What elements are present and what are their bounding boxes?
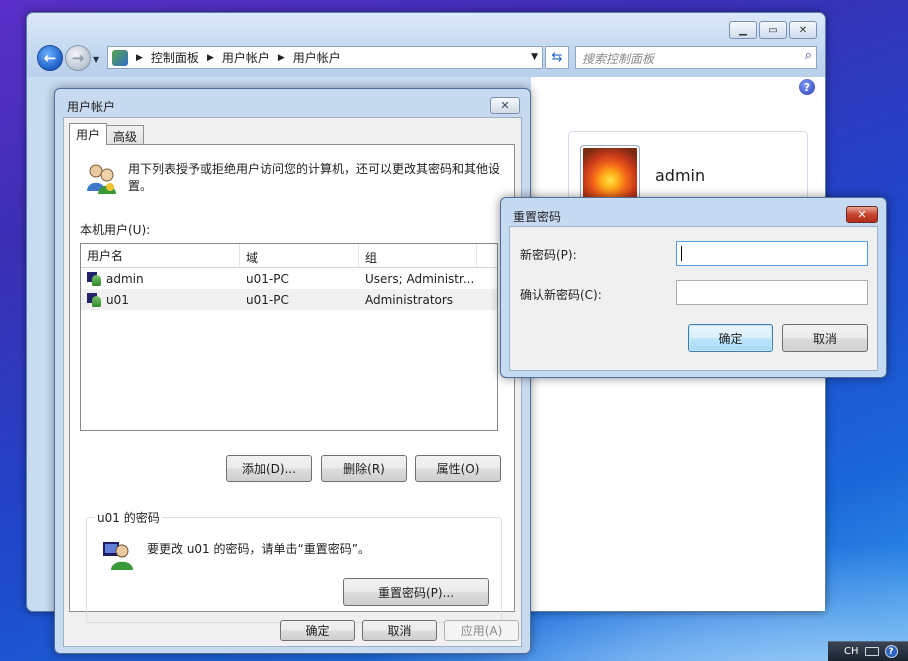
address-dropdown-icon[interactable]: ▼ [531, 52, 538, 62]
reset-password-dialog: 重置密码 ✕ 新密码(P): 确认新密码(C): 确定 取消 [500, 197, 887, 378]
control-panel-icon [112, 49, 128, 66]
users-list[interactable]: 用户名 域 组 admin u01-PC Users; Administr... [80, 243, 498, 431]
new-password-field[interactable] [676, 241, 868, 266]
table-row[interactable]: admin u01-PC Users; Administr... [81, 268, 497, 289]
group-cell: Users; Administr... [365, 271, 475, 286]
dialog-title: 用户帐户 [67, 100, 116, 114]
back-button[interactable]: ← [37, 45, 63, 71]
cancel-button[interactable]: 取消 [362, 620, 437, 641]
user-icon [87, 271, 102, 286]
table-row[interactable]: u01 u01-PC Administrators [81, 289, 497, 310]
system-tray: CH ? [828, 641, 908, 661]
search-input[interactable]: 搜索控制面板 ⌕ [575, 46, 817, 69]
confirm-password-field[interactable] [676, 280, 868, 305]
avatar [580, 145, 640, 205]
list-header: 用户名 域 组 [81, 244, 497, 268]
group-cell: Administrators [365, 292, 454, 307]
username: u01 [106, 292, 129, 307]
username-cell: admin [81, 271, 240, 286]
tab-users[interactable]: 用户 [69, 123, 108, 145]
intro-text: 用下列表授予或拒绝用户访问您的计算机，还可以更改其密码和其他设置。 [128, 162, 501, 193]
maximize-button[interactable]: ▭ [759, 21, 787, 39]
refresh-icon: ⇆ [551, 50, 563, 65]
close-button[interactable]: ✕ [789, 21, 817, 39]
password-group: u01 的密码 要更改 u01 的密码，请单击“重置密码”。 重置密码(P)..… [86, 509, 502, 623]
arrow-right-icon: → [71, 49, 85, 67]
tab-panel: 用下列表授予或拒绝用户访问您的计算机，还可以更改其密码和其他设置。 本机用户(U… [69, 144, 515, 623]
search-icon[interactable]: ⌕ [805, 48, 812, 63]
breadcrumb-item[interactable]: 用户帐户 [222, 49, 270, 66]
dialog-body: 新密码(P): 确认新密码(C): 确定 取消 [509, 226, 878, 371]
column-header-group[interactable]: 组 [359, 244, 477, 267]
username-cell: u01 [81, 292, 240, 307]
user-card-name: admin [655, 166, 706, 185]
domain-cell: u01-PC [246, 271, 289, 286]
chevron-right-icon[interactable]: ▶ [136, 53, 143, 63]
local-users-label: 本机用户(U): [80, 223, 151, 237]
minimize-button[interactable]: ▁ [729, 21, 757, 39]
caption-buttons: ▁ ▭ ✕ [729, 21, 817, 39]
password-instructions: 要更改 u01 的密码，请单击“重置密码”。 [147, 542, 370, 556]
language-indicator[interactable]: CH [844, 646, 859, 657]
user-icon [87, 292, 102, 307]
ok-button[interactable]: 确定 [688, 324, 773, 352]
ok-button[interactable]: 确定 [280, 620, 355, 641]
search-placeholder: 搜索控制面板 [582, 52, 655, 66]
password-group-label: u01 的密码 [95, 509, 162, 526]
new-password-label: 新密码(P): [520, 248, 577, 262]
refresh-button[interactable]: ⇆ [545, 46, 569, 69]
cancel-button[interactable]: 取消 [782, 324, 868, 352]
breadcrumb-item[interactable]: 用户帐户 [293, 49, 341, 66]
recent-pages-dropdown[interactable]: ▼ [93, 55, 99, 64]
dialog-body: 用户 高级 用下列表授予或拒绝用户访问您的计算机，还可以更改其密码和其他设置。 … [63, 117, 522, 647]
reset-password-button[interactable]: 重置密码(P)... [343, 578, 489, 606]
text-caret [681, 246, 682, 261]
properties-button[interactable]: 属性(O) [415, 455, 501, 482]
help-icon[interactable]: ? [884, 645, 898, 658]
close-icon: ✕ [500, 99, 510, 112]
apply-button[interactable]: 应用(A) [444, 620, 519, 641]
user-password-icon [103, 542, 133, 570]
tab-strip: 用户 高级 [69, 123, 145, 145]
tab-advanced[interactable]: 高级 [106, 125, 145, 145]
close-button[interactable]: ✕ [846, 206, 878, 223]
remove-button[interactable]: 删除(R) [321, 455, 407, 482]
add-button[interactable]: 添加(D)... [226, 455, 312, 482]
breadcrumb-item[interactable]: 控制面板 [151, 49, 199, 66]
keyboard-icon[interactable] [864, 647, 879, 656]
user-accounts-dialog: 用户帐户 ✕ 用户 高级 用下列表授予或拒绝用户访问您的计算机，还可以更改其密码… [54, 88, 531, 654]
username: admin [106, 271, 144, 286]
address-bar[interactable]: ▶ 控制面板 ▶ 用户帐户 ▶ 用户帐户 ▼ [107, 46, 543, 69]
chevron-right-icon[interactable]: ▶ [278, 53, 285, 63]
column-header-username[interactable]: 用户名 [81, 244, 240, 267]
arrow-left-icon: ← [43, 49, 57, 67]
users-icon [87, 164, 116, 194]
close-icon: ✕ [857, 208, 867, 221]
forward-button[interactable]: → [65, 45, 91, 71]
column-header-domain[interactable]: 域 [240, 244, 359, 267]
confirm-password-label: 确认新密码(C): [520, 288, 602, 302]
close-button[interactable]: ✕ [490, 97, 520, 114]
domain-cell: u01-PC [246, 292, 289, 307]
chevron-right-icon[interactable]: ▶ [207, 53, 214, 63]
dialog-title: 重置密码 [513, 210, 562, 224]
help-icon[interactable]: ? [799, 79, 815, 95]
